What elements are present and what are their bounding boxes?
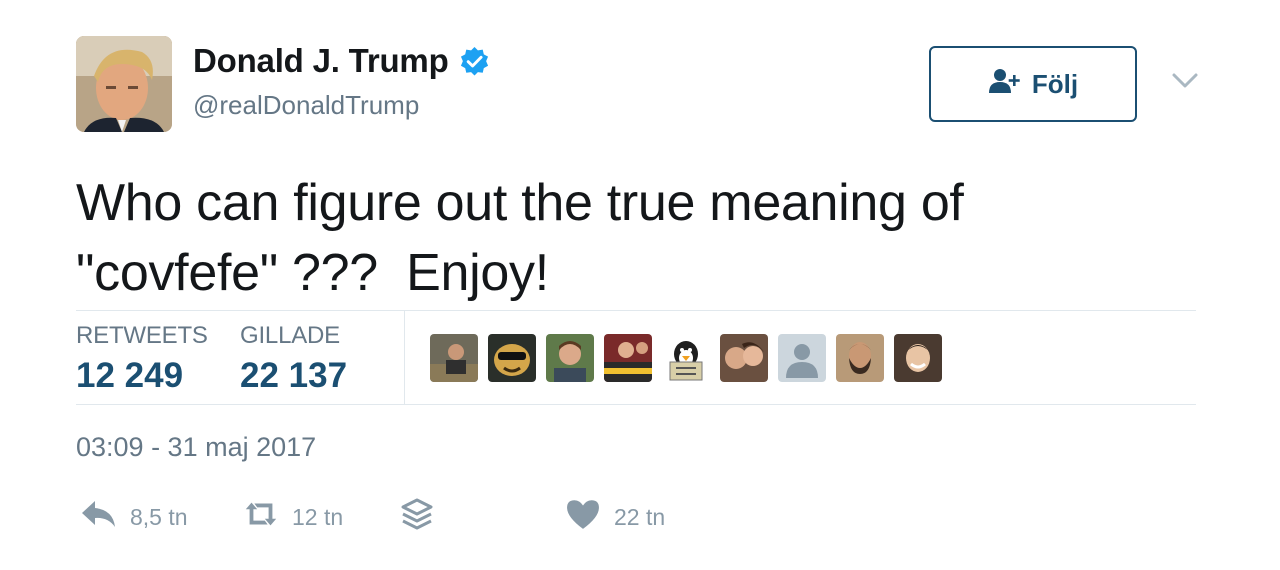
stats-divider — [404, 311, 405, 404]
reply-icon — [80, 497, 118, 537]
retweets-count: 12 249 — [76, 356, 184, 395]
liker-avatar[interactable] — [720, 334, 768, 382]
user-handle[interactable]: @realDonaldTrump — [193, 90, 419, 121]
liker-avatar[interactable] — [430, 334, 478, 382]
liker-avatar[interactable] — [604, 334, 652, 382]
liker-avatar[interactable] — [778, 334, 826, 382]
follow-user-icon — [988, 67, 1022, 102]
likes-stat[interactable]: GILLADE 22 137 — [240, 322, 347, 396]
like-count: 22 tn — [614, 503, 666, 530]
verified-badge-icon — [459, 46, 490, 77]
liker-avatars — [430, 334, 942, 382]
liker-avatar[interactable] — [488, 334, 536, 382]
avatar-image — [76, 36, 172, 132]
retweets-stat[interactable]: RETWEETS 12 249 — [76, 322, 208, 396]
liker-avatar[interactable] — [662, 334, 710, 382]
chevron-down-icon[interactable] — [1170, 70, 1200, 92]
retweet-count: 12 tn — [292, 503, 344, 530]
retweets-label: RETWEETS — [76, 322, 208, 349]
retweet-icon — [242, 497, 280, 537]
follow-button-label: Följ — [1031, 68, 1079, 99]
user-display-name[interactable]: Donald J. Trump — [193, 42, 449, 80]
divider — [76, 404, 1196, 405]
heart-icon — [564, 497, 602, 537]
tweet-actions: 8,5 tn 12 tn 22 tn — [0, 497, 1280, 537]
retweet-button[interactable]: 12 tn — [242, 497, 343, 537]
follow-button[interactable]: Följ — [929, 46, 1137, 122]
tweet-text: Who can figure out the true meaning of "… — [76, 174, 964, 302]
tweet-timestamp[interactable]: 03:09 - 31 maj 2017 — [76, 432, 316, 463]
likes-count: 22 137 — [240, 356, 348, 395]
reply-button[interactable]: 8,5 tn — [80, 497, 188, 537]
direct-message-button[interactable] — [398, 497, 436, 537]
reply-count: 8,5 tn — [130, 503, 188, 530]
profile-avatar[interactable] — [76, 36, 172, 132]
like-button[interactable]: 22 tn — [564, 497, 665, 537]
user-name-row[interactable]: Donald J. Trump — [193, 42, 490, 80]
liker-avatar[interactable] — [894, 334, 942, 382]
divider — [76, 310, 1196, 311]
likes-label: GILLADE — [240, 322, 340, 349]
liker-avatar[interactable] — [546, 334, 594, 382]
direct-message-icon — [398, 497, 436, 537]
liker-avatar[interactable] — [836, 334, 884, 382]
